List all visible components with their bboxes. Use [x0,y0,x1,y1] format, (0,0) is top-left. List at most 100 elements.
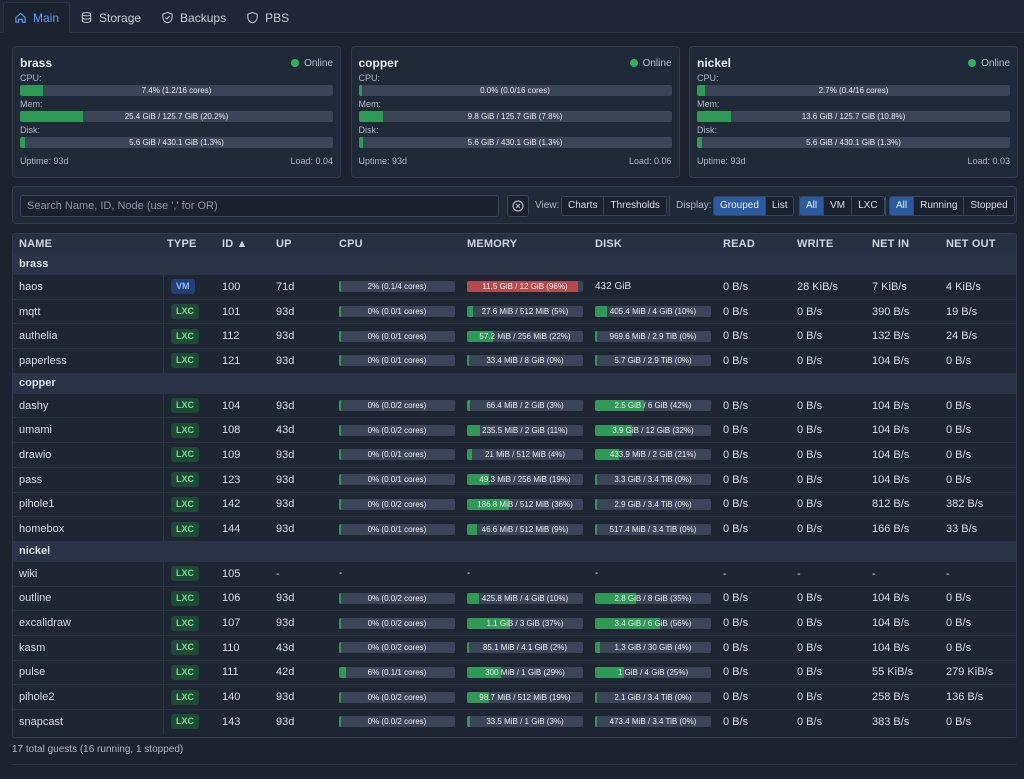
disk-usage-text: 3.4 GiB / 6 GiB (56%) [614,618,692,628]
table-row[interactable]: pihole1 LXC 142 93d 0% (0.0/2 cores) 186.8 Mi… [13,491,1016,517]
disk-usage-text: 433.9 MiB / 2 GiB (21%) [609,450,697,460]
memory-usage: 425.8 MiB / 4 GiB (10%) [461,592,589,604]
table-row[interactable]: umami LXC 108 43d 0% (0.0/2 cores) 235.5 MiB … [13,417,1016,443]
table-row[interactable]: haos VM 100 71d 2% (0.1/4 cores) 11.5 GiB / 1… [13,274,1016,299]
node-status: Online [291,58,333,69]
table-row[interactable]: excalidraw LXC 107 93d 0% (0.0/2 cores) 1.1 G… [13,610,1016,635]
type-filter-all-button[interactable]: All [800,197,825,215]
display-list-button[interactable]: List [765,197,794,215]
header-name[interactable]: NAME [13,238,163,250]
table-row[interactable]: kasm LXC 110 43d 0% (0.0/2 cores) 85.1 MiB / … [13,634,1016,660]
disk-write: 0 B/s [797,330,823,343]
divider [12,764,1017,765]
type-badge: VM [171,279,195,295]
disk-usage-bar: 1.3 GiB / 30 GiB (4%) [595,642,711,654]
memory-usage-text: 98.7 MiB / 512 MiB (19%) [479,692,571,702]
tab-pbs[interactable]: PBS [236,2,299,33]
cpu-usage-text: 0% (0.0/2 cores) [367,401,427,411]
table-row[interactable]: mqtt LXC 101 93d 0% (0.0/1 cores) 27.6 MiB / … [13,298,1016,324]
header-type[interactable]: TYPE [163,234,216,254]
cpu-label: CPU: [20,73,42,83]
header-net-out[interactable]: NET OUT [940,238,1012,250]
header-id[interactable]: ID ▲ [216,238,270,250]
header-cpu[interactable]: CPU [333,238,461,250]
guest-id: 100 [222,280,241,293]
node-cards: brass Online CPU: 7.4% (1.2/16 cores) Mem: 25… [12,46,1018,178]
type-badge: LXC [171,398,199,414]
guest-type: LXC [163,492,216,517]
table-row[interactable]: paperless LXC 121 93d 0% (0.0/1 cores) 33.4 M… [13,348,1016,373]
disk-usage: 969.6 MiB / 2.9 TiB (0%) [589,330,717,342]
header-up[interactable]: UP [270,238,333,250]
status-filter-all-button[interactable]: All [890,197,915,215]
cpu-usage-text: 0% (0.0/2 cores) [367,717,427,727]
status-filter-stopped-button[interactable]: Stopped [964,197,1014,215]
table-row[interactable]: outline LXC 106 93d 0% (0.0/2 cores) 425.8 Mi… [13,585,1016,611]
node-group-header[interactable]: brass [13,254,1016,274]
uptime-text: Uptime: 93d [358,156,408,166]
guest-id: 105 [222,567,241,580]
disk-usage-bar: 5.7 GiB / 2.9 TiB (0%) [595,355,711,367]
guest-id: 101 [222,305,241,318]
guest-id: 104 [222,399,241,412]
status-dot-icon [291,59,300,67]
tab-backups[interactable]: Backups [151,2,236,33]
tab-storage[interactable]: Storage [70,2,151,33]
net-in: 7 KiB/s [872,280,907,293]
header-net-in[interactable]: NET IN [866,238,940,250]
cpu-usage-bar: 0% (0.0/2 cores) [339,498,455,510]
cpu-usage-text: 0% (0.0/1 cores) [367,356,427,366]
memory-usage-text: 300 MiB / 1 GiB (29%) [485,667,565,677]
type-filter-vm-button[interactable]: VM [824,197,853,215]
table-row[interactable]: pihole2 LXC 140 93d 0% (0.0/2 cores) 98.7 MiB… [13,684,1016,709]
guest-type: LXC [163,635,216,660]
table-row[interactable]: pass LXC 123 93d 0% (0.0/1 cores) 49.3 MiB / … [13,466,1016,492]
header-memory[interactable]: MEMORY [461,238,589,250]
header-disk[interactable]: DISK [589,238,717,250]
disk-write: 0 B/s [797,498,823,511]
guest-uptime: 43d [276,424,295,437]
tab-label: Storage [99,10,142,25]
table-row[interactable]: drawio LXC 109 93d 0% (0.0/1 cores) 21 MiB / … [13,442,1016,467]
cpu-usage-bar: 0% (0.0/1 cores) [339,523,455,535]
disk-usage-bar: 2.8 GiB / 8 GiB (35%) [595,592,711,604]
table-row[interactable]: dashy LXC 104 93d 0% (0.0/2 cores) 66.4 MiB /… [13,392,1016,418]
display-grouped-button[interactable]: Grouped [714,197,766,215]
mem-usage-bar: 9.8 GiB / 125.7 GiB (7.8%) [358,111,672,122]
disk-read: 0 B/s [723,280,749,293]
cpu-usage: 2% (0.1/4 cores) [333,281,461,293]
node-group-header[interactable]: copper [13,372,1016,393]
status-filter-running-button[interactable]: Running [914,197,965,215]
table-row[interactable]: homebox LXC 144 93d 0% (0.0/1 cores) 46.6 MiB… [13,516,1016,541]
table-row[interactable]: snapcast LXC 143 93d 0% (0.0/2 cores) 33.5 Mi… [13,709,1016,734]
search-input[interactable] [20,195,499,217]
table-row[interactable]: authelia LXC 112 93d 0% (0.0/1 cores) 57.2 Mi… [13,323,1016,349]
tab-main[interactable]: Main [3,2,71,33]
disk-write: 0 B/s [797,354,823,367]
type-filter-lxc-button[interactable]: LXC [852,197,884,215]
disk-read: 0 B/s [723,354,749,367]
disk-write: 0 B/s [797,424,823,437]
disk-read: 0 B/s [723,691,749,704]
disk-write: 0 B/s [797,617,823,630]
disk-usage-text: 517.4 MiB / 3.4 TiB (0%) [609,524,697,534]
cpu-usage-bar: 7.4% (1.2/16 cores) [20,85,333,96]
header-read[interactable]: READ [717,238,791,250]
guest-type: LXC [163,324,216,349]
guest-name: pulse [19,666,46,679]
net-in: 104 B/s [872,641,910,654]
disk-usage-bar: 405.4 MiB / 4 GiB (10%) [595,306,711,318]
cpu-usage-bar: 0% (0.0/2 cores) [339,691,455,703]
table-row[interactable]: pulse LXC 111 42d 6% (0.1/1 cores) 300 MiB / … [13,659,1016,685]
type-badge: LXC [171,689,199,705]
cpu-usage-text: 2.7% (0.4/16 cores) [818,86,889,95]
table-row[interactable]: wiki LXC 105 - - - - - - - - [13,560,1016,586]
type-badge: LXC [171,328,199,344]
view-thresholds-button[interactable]: Thresholds [604,197,666,215]
guest-id: 121 [222,354,241,367]
node-group-header[interactable]: nickel [13,540,1016,561]
view-charts-button[interactable]: Charts [562,197,605,215]
cpu-usage-text: 6% (0.1/1 cores) [367,667,427,677]
header-write[interactable]: WRITE [791,238,866,250]
clear-search-button[interactable] [507,195,529,217]
